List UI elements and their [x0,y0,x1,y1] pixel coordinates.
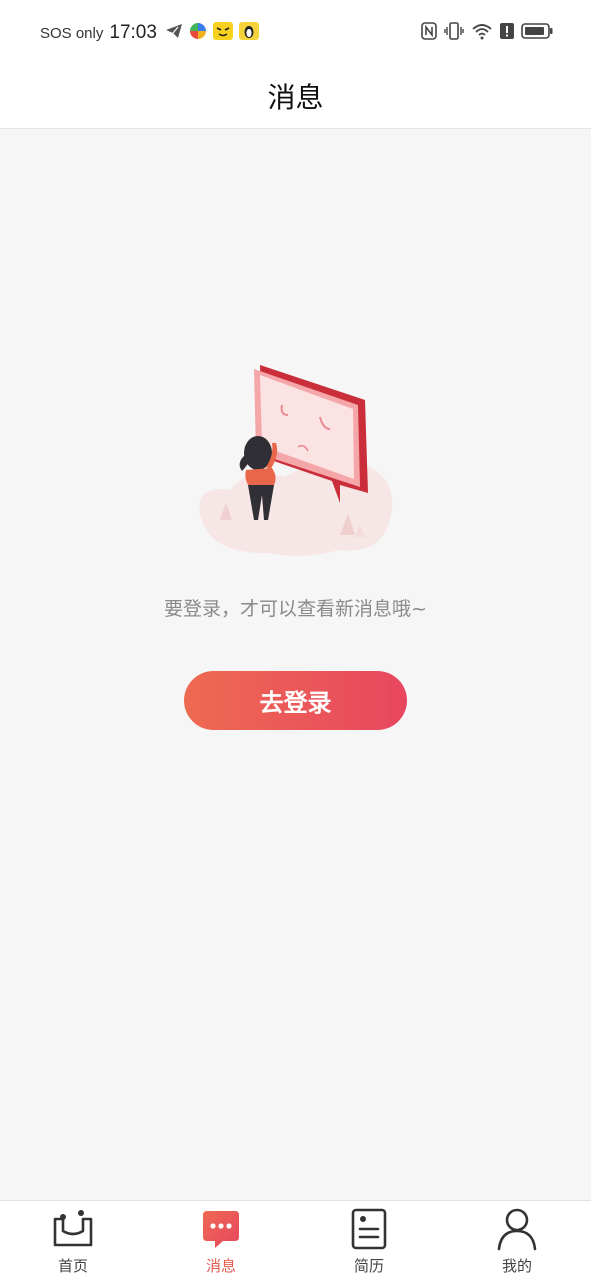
status-right [414,22,553,44]
page-title: 消息 [267,81,324,114]
go-login-button[interactable]: 去登录 [184,671,407,730]
wifi-icon [471,22,493,44]
tab-resume-label: 简历 [353,1257,384,1275]
clock: 17:03 [109,22,157,43]
penguin-app-icon [238,22,259,44]
tab-profile[interactable]: 我的 [467,1207,567,1279]
message-icon [199,1207,243,1251]
nfc-icon [421,22,437,44]
face-app-icon [212,22,233,44]
login-prompt-text: 要登录，才可以查看新消息哦~ [164,598,427,620]
tab-profile-label: 我的 [501,1257,532,1275]
pinwheel-app-icon [189,22,207,44]
telegram-icon [165,22,183,44]
tab-home[interactable]: 首页 [23,1207,123,1279]
status-left: SOS only 17:03 [40,20,265,46]
vibrate-icon [444,22,464,44]
tab-home-label: 首页 [57,1257,88,1275]
home-icon [51,1207,95,1251]
battery-icon [521,22,553,44]
tab-resume[interactable]: 简历 [319,1207,419,1279]
status-bar: SOS only 17:03 [0,0,591,64]
bottom-tab-bar: 首页 消息 简历 我的 [0,1200,591,1281]
header: 消息 [0,64,591,129]
profile-icon [495,1207,539,1251]
resume-icon [347,1207,391,1251]
alert-icon [500,22,514,44]
tab-messages-label: 消息 [205,1257,236,1275]
tab-messages[interactable]: 消息 [171,1207,271,1279]
empty-state-illustration [190,355,400,565]
carrier-text: SOS only [40,24,104,42]
